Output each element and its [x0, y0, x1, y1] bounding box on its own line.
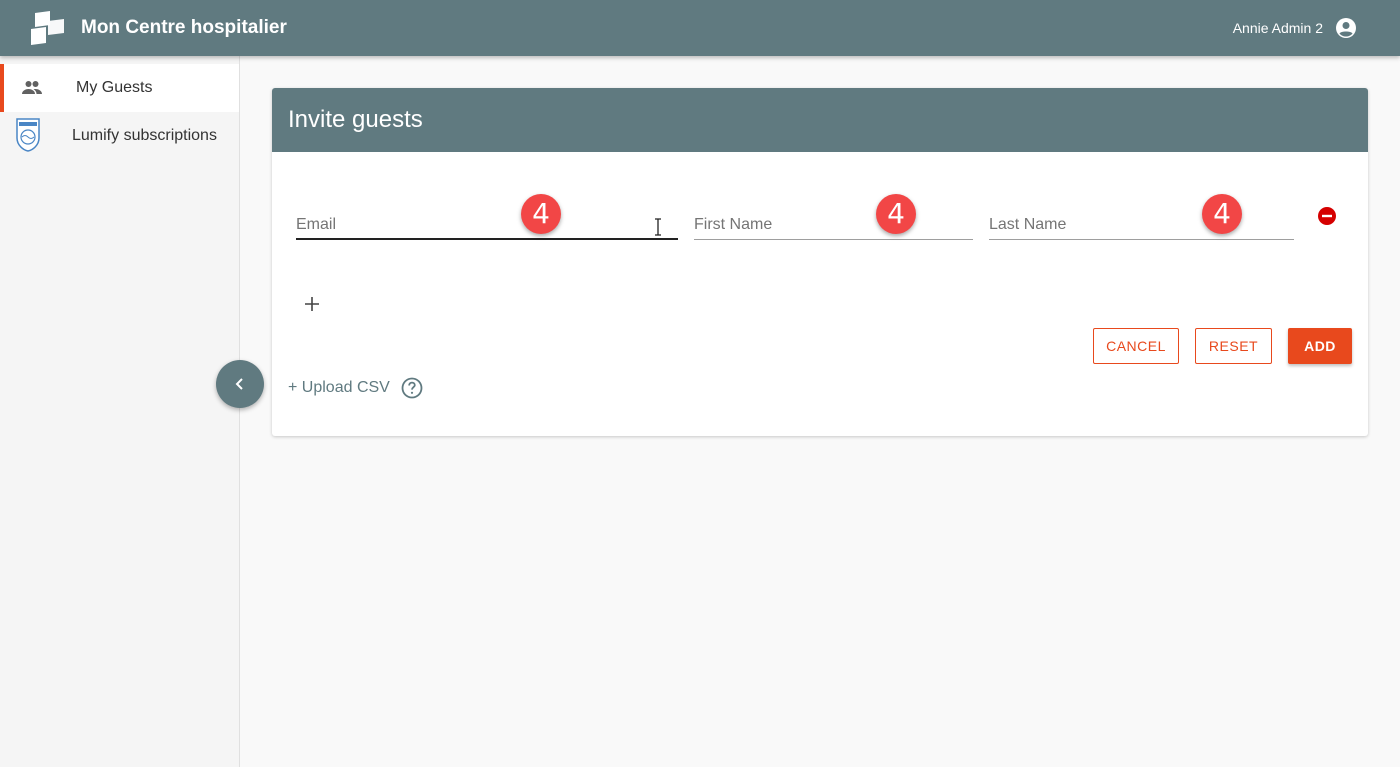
last-name-field[interactable]: [989, 204, 1294, 240]
text-cursor-icon: [655, 218, 661, 236]
reset-button[interactable]: RESET: [1195, 328, 1272, 364]
collapse-sidebar-button[interactable]: [216, 360, 264, 408]
annotation-badge: 4: [876, 194, 916, 234]
sidebar-item-lumify-subscriptions[interactable]: Lumify subscriptions: [0, 112, 239, 160]
cancel-button[interactable]: CANCEL: [1093, 328, 1179, 364]
add-row-icon[interactable]: [302, 294, 322, 314]
card-header: Invite guests: [272, 88, 1368, 152]
sidebar: My Guests Lumify subscriptions: [0, 56, 240, 767]
app-title: Mon Centre hospitalier: [81, 17, 287, 38]
people-icon: [22, 81, 42, 94]
last-name-input[interactable]: [989, 204, 1294, 234]
annotation-badge: 4: [521, 194, 561, 234]
first-name-input[interactable]: [694, 204, 973, 234]
sidebar-item-label: Lumify subscriptions: [72, 127, 217, 144]
invite-guests-card: Invite guests 4 4 4 CANCEL RESET ADD + U…: [272, 88, 1368, 436]
card-title: Invite guests: [288, 106, 423, 133]
first-name-field[interactable]: [694, 204, 973, 240]
user-name[interactable]: Annie Admin 2: [1233, 20, 1323, 36]
top-app-bar: Mon Centre hospitalier Annie Admin 2: [0, 0, 1400, 56]
email-field[interactable]: [296, 204, 678, 240]
help-icon[interactable]: [400, 376, 424, 400]
chevron-left-icon: [235, 378, 243, 390]
philips-shield-icon: [16, 118, 40, 152]
app-logo-icon: [31, 11, 64, 45]
remove-row-icon[interactable]: [1317, 206, 1337, 226]
add-button[interactable]: ADD: [1288, 328, 1352, 364]
upload-csv-link[interactable]: + Upload CSV: [288, 379, 390, 397]
sidebar-item-label: My Guests: [76, 79, 153, 96]
account-circle-icon[interactable]: [1334, 16, 1358, 40]
annotation-badge: 4: [1202, 194, 1242, 234]
email-input[interactable]: [296, 204, 678, 234]
sidebar-item-my-guests[interactable]: My Guests: [0, 64, 239, 112]
